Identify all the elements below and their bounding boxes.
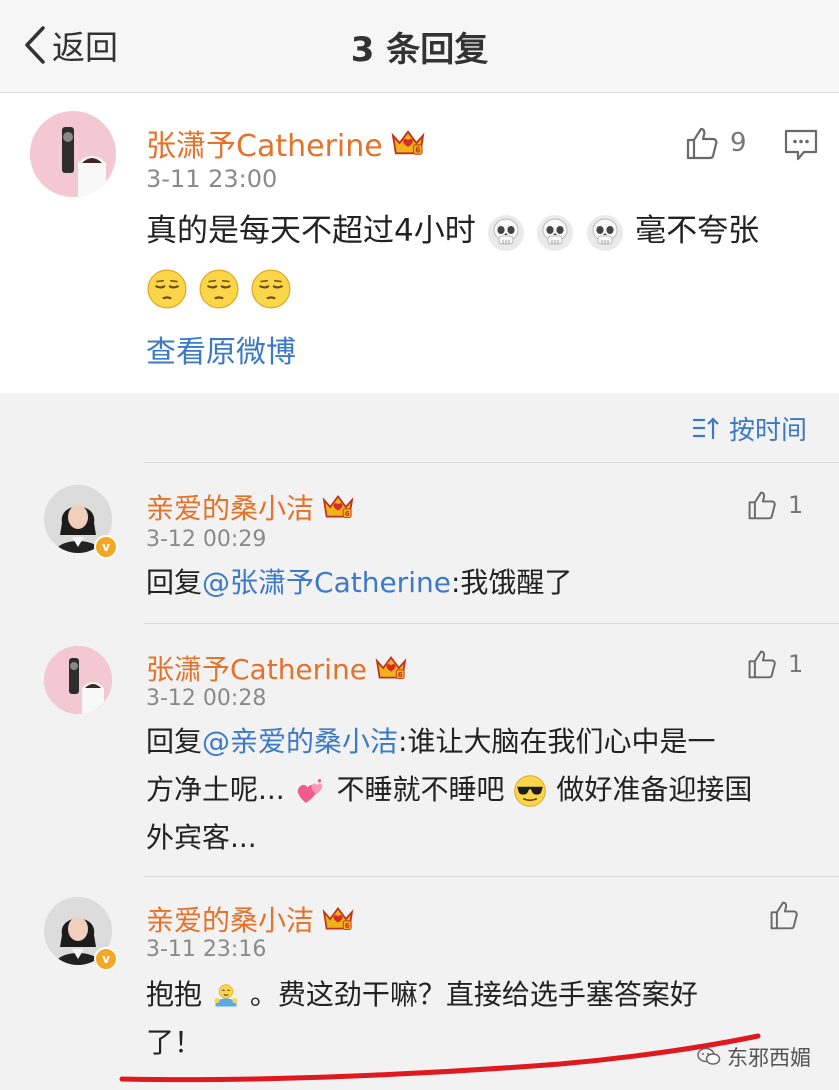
crown-vip-icon [391, 128, 425, 158]
hug-emoji-icon [211, 981, 241, 1011]
reply-text: 回复@张潇予Catherine:我饿醒了 [146, 557, 806, 609]
avatar[interactable] [30, 111, 116, 197]
watermark: 东邪西媚 [697, 1042, 811, 1072]
comment-text-part: 毫不夸张 [635, 213, 760, 249]
comment-text: 真的是每天不超过4小时 毫不夸张 [146, 203, 806, 315]
watermark-text: 东邪西媚 [727, 1046, 811, 1070]
top-nav-bar: 返回 3 条回复 [0, 0, 839, 93]
crown-vip-icon [322, 905, 354, 933]
original-comment: 张潇予Catherine 3-11 23:00 9 真的是每天不超过4小时 毫不… [0, 93, 839, 393]
username-link[interactable]: 张潇予Catherine [146, 121, 383, 165]
username: 亲爱的桑小洁 [146, 899, 354, 939]
reply-text: 回复@亲爱的桑小洁:谁让大脑在我们心中是一 方净土呢... 不睡就不睡吧 做好准… [146, 718, 806, 862]
username-link[interactable]: 张潇予Catherine [146, 648, 367, 688]
reply-prefix: 回复 [146, 566, 203, 599]
like-button[interactable] [768, 899, 800, 931]
thumbs-up-icon [746, 489, 778, 521]
sort-icon [692, 416, 719, 439]
thumbs-up-icon [684, 125, 720, 161]
avatar-photo [44, 646, 112, 714]
username: 张潇予Catherine [146, 648, 407, 688]
reply-text-part: :谁让大脑在我们心中是一 [398, 725, 716, 758]
view-original-weibo-link[interactable]: 查看原微博 [146, 327, 296, 371]
reply-text-part: 。费这劲干嘛？直接给选手塞答案好 [249, 978, 698, 1011]
sunglasses-emoji-icon [513, 774, 547, 808]
reply-text-part: :我饿醒了 [450, 566, 573, 599]
skull-emoji-icon [585, 213, 625, 253]
sort-by-time-button[interactable]: 按时间 [691, 410, 807, 447]
sort-bar: 按时间 [0, 394, 839, 462]
like-count: 1 [788, 650, 804, 678]
reply-text-part: 外宾客... [146, 821, 257, 854]
username-link[interactable]: 亲爱的桑小洁 [146, 899, 314, 939]
username: 张潇予Catherine [146, 121, 425, 165]
mention-link[interactable]: @张潇予Catherine [202, 566, 451, 599]
mention-link[interactable]: @亲爱的桑小洁 [202, 725, 398, 758]
sleepy-emoji-icon [146, 268, 188, 310]
reply-text-part: 做好准备迎接国 [556, 773, 753, 806]
skull-emoji-icon [486, 213, 526, 253]
reply-text-part: 方净土呢... [146, 773, 285, 806]
sleepy-emoji-icon [198, 268, 240, 310]
hearts-emoji-icon [294, 774, 328, 808]
username: 亲爱的桑小洁 [146, 487, 354, 527]
reply-item: v 亲爱的桑小洁 3-12 00:29 1 回复@张潇予Catherine:我饿… [0, 463, 839, 623]
sort-label: 按时间 [728, 416, 807, 446]
timestamp: 3-12 00:29 [146, 527, 267, 552]
avatar[interactable] [44, 646, 112, 714]
sleepy-emoji-icon [250, 268, 292, 310]
thumbs-up-icon [768, 899, 800, 931]
wechat-icon [697, 1047, 721, 1065]
timestamp: 3-12 00:28 [146, 686, 267, 711]
thumbs-up-icon [746, 648, 778, 680]
page-title: 3 条回复 [350, 30, 489, 70]
reply-text-part: 抱抱 [146, 978, 203, 1011]
username-link[interactable]: 亲爱的桑小洁 [146, 487, 314, 527]
crown-vip-icon [375, 654, 407, 682]
reply-prefix: 回复 [146, 725, 203, 758]
reply-item: 张潇予Catherine 3-12 00:28 1 回复@亲爱的桑小洁:谁让大脑… [0, 624, 839, 876]
timestamp: 3-11 23:00 [146, 165, 278, 193]
verified-badge: v [94, 947, 118, 971]
timestamp: 3-11 23:16 [146, 937, 267, 962]
like-count: 1 [788, 491, 804, 519]
crown-vip-icon [322, 493, 354, 521]
like-button[interactable]: 1 [746, 648, 803, 680]
like-count: 9 [730, 128, 747, 158]
like-button[interactable]: 1 [746, 489, 803, 521]
verified-badge: v [94, 535, 118, 559]
comment-text-part: 真的是每天不超过4小时 [146, 213, 476, 249]
avatar-photo [30, 111, 116, 197]
comment-icon[interactable] [784, 129, 818, 161]
skull-emoji-icon [535, 213, 575, 253]
reply-text-part: 不睡就不睡吧 [336, 773, 505, 806]
like-button[interactable]: 9 [684, 125, 747, 161]
